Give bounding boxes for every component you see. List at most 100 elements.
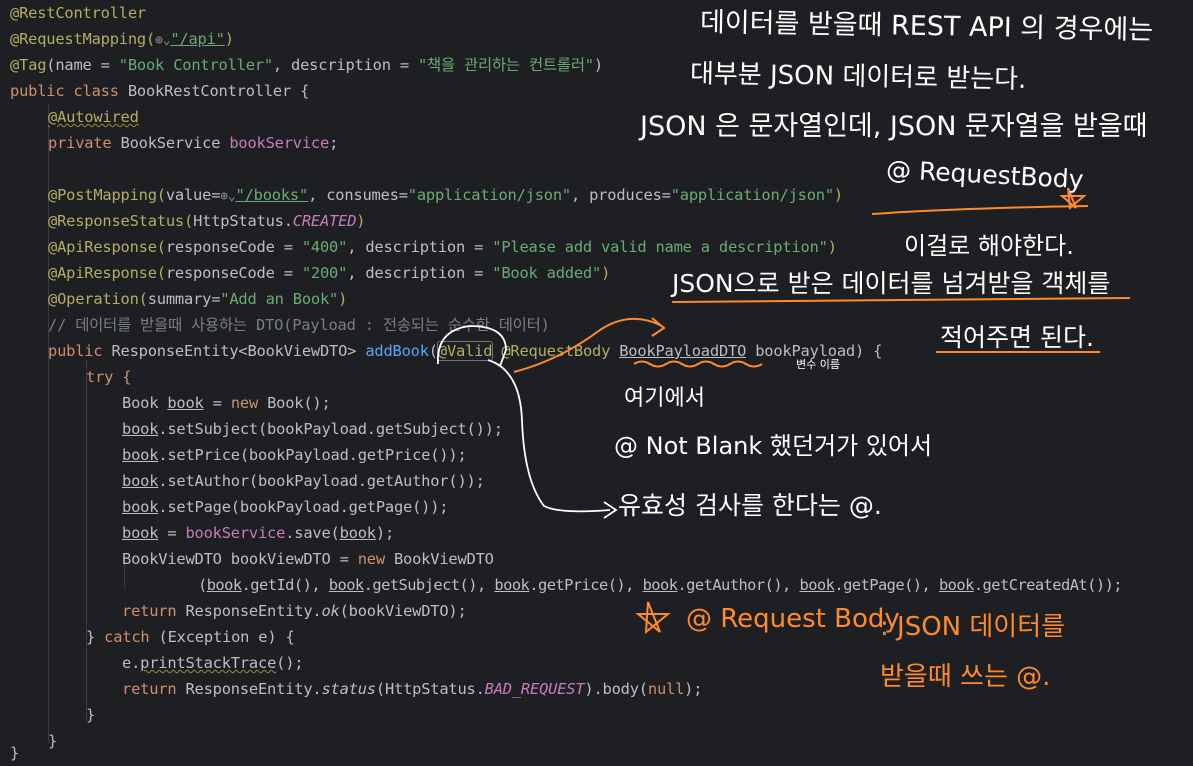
code-line: } <box>10 744 20 762</box>
code-token: , description = <box>347 264 493 282</box>
keyword-token: return <box>122 602 186 620</box>
variable-token: book <box>122 498 159 516</box>
code-token: ).body( <box>584 680 648 698</box>
code-token: , produces= <box>570 186 671 204</box>
code-token: , description = <box>272 56 418 74</box>
annotation-token: @RestController <box>10 4 146 22</box>
code-line: @ApiResponse(responseCode = "400", descr… <box>48 234 837 260</box>
variable-token: book <box>122 524 159 542</box>
code-token: (bookViewDTO); <box>339 602 467 620</box>
code-token: value= <box>165 186 221 204</box>
code-line: (book.getId(), book.getSubject(), book.g… <box>198 572 1123 598</box>
code-line: public class BookRestController { <box>10 78 309 104</box>
code-token: e. <box>122 654 141 672</box>
variable-token: book <box>167 394 204 412</box>
code-line: BookViewDTO bookViewDTO = new BookViewDT… <box>122 546 494 572</box>
type-token: ResponseEntity<BookViewDTO> <box>111 342 366 360</box>
code-token: ; <box>329 134 339 152</box>
code-token: (); <box>276 654 304 672</box>
code-token: .getSubject(), <box>363 576 495 594</box>
url-link[interactable]: "/books" <box>236 186 309 204</box>
code-line: @ResponseStatus(HttpStatus.CREATED) <box>48 208 366 234</box>
note-write-it: 적어주면 된다. <box>940 323 1094 352</box>
string-token: "Book added" <box>492 264 602 282</box>
variable-token: book <box>122 472 159 490</box>
annotation-token: @RequestMapping( <box>10 30 156 48</box>
valid-annotation: @Valid <box>436 341 494 361</box>
note-here: 여기에서 <box>624 386 705 411</box>
variable-token: book <box>122 420 159 438</box>
keyword-token: null <box>647 680 685 698</box>
code-token: .getPrice(), <box>529 576 643 594</box>
note-use-this: 이걸로 해야한다. <box>904 232 1074 260</box>
variable-token: book <box>642 576 678 594</box>
code-token: .getCreatedAt()); <box>973 576 1123 594</box>
code-token: ResponseEntity. <box>185 680 322 698</box>
code-token: .setPrice(bookPayload.getPrice()); <box>158 446 467 464</box>
keyword-token: return <box>122 680 186 698</box>
paren-token: ) <box>827 238 837 256</box>
indent-guide <box>86 360 87 720</box>
static-method-token: ok <box>321 602 340 620</box>
field-token: bookService <box>229 134 330 152</box>
type-token: BookViewDTO <box>393 550 494 568</box>
keyword-token: public <box>48 342 112 360</box>
code-token: = <box>158 524 186 542</box>
url-link[interactable]: "/api" <box>170 30 225 48</box>
annotation-token: @ApiResponse( <box>48 238 166 256</box>
note-validation: 유효성 검사를 한다는 @. <box>618 491 882 520</box>
globe-icon[interactable]: ⊕⌄ <box>220 189 235 204</box>
keyword-token: public class <box>10 82 128 100</box>
globe-icon[interactable]: ⊕⌄ <box>155 33 170 48</box>
paren-token: ) <box>601 264 611 282</box>
code-token: .setPage(bookPayload.getPage()); <box>158 498 449 516</box>
code-line: book = bookService.save(book); <box>122 520 394 546</box>
code-token: , description = <box>347 238 493 256</box>
code-line: return ResponseEntity.status(HttpStatus.… <box>122 676 702 702</box>
code-token: ); <box>684 680 703 698</box>
string-token: "Book Controller" <box>118 56 273 74</box>
variable-token: book <box>328 576 364 594</box>
code-token: .setSubject(bookPayload.getSubject()); <box>158 420 503 438</box>
code-token: .save( <box>285 524 340 542</box>
paren-token: ) <box>833 186 843 204</box>
paren-token: ) <box>224 30 234 48</box>
variable-token: book <box>938 576 974 594</box>
string-token: "application/json" <box>670 186 834 204</box>
static-method-token: status <box>321 680 376 698</box>
keyword-token: try { <box>86 368 132 386</box>
annotation-token: @ResponseStatus( <box>48 212 194 230</box>
code-token: , consumes= <box>308 186 408 204</box>
code-line: private BookService bookService; <box>48 130 338 156</box>
paren-token: ) <box>338 290 348 308</box>
code-line: } <box>86 706 96 724</box>
code-token: ); <box>375 524 395 542</box>
code-line: @Operation(summary="Add an Book") <box>48 286 347 312</box>
code-line: book.setPrice(bookPayload.getPrice()); <box>122 442 467 468</box>
code-token: = <box>203 394 231 412</box>
type-token: BookService <box>120 134 230 152</box>
string-token: "Please add valid name a description" <box>492 238 828 256</box>
code-line: book.setPage(bookPayload.getPage()); <box>122 494 449 520</box>
paren-token: ) <box>356 212 366 230</box>
code-token: .setAuthor(bookPayload.getAuthor()); <box>158 472 485 490</box>
string-token: "200" <box>301 264 348 282</box>
note-when-receiving: 받을때 쓰는 @. <box>880 662 1051 692</box>
code-token: HttpStatus. <box>193 212 293 230</box>
constant-token: CREATED <box>292 212 357 230</box>
constant-token: BAD_REQUEST <box>484 680 585 698</box>
code-line: try { <box>86 364 132 390</box>
string-token: "application/json" <box>407 186 571 204</box>
variable-token: book <box>799 576 835 594</box>
code-line: @RequestMapping(⊕⌄"/api") <box>10 26 234 52</box>
code-line: return ResponseEntity.ok(bookViewDTO); <box>122 598 467 624</box>
code-token: .getAuthor(), <box>677 576 800 594</box>
note-json-data: 대부분 JSON 데이터로 받는다. <box>689 59 1027 95</box>
code-token: .getPage(), <box>834 576 939 594</box>
note-json-string: JSON 은 문자열인데, JSON 문자열을 받을때 <box>640 111 1148 142</box>
code-token: ) <box>593 56 603 74</box>
code-line: @Autowired <box>48 104 139 130</box>
code-token: Book(); <box>267 394 331 412</box>
variable-token: book <box>494 576 530 594</box>
variable-token: book <box>206 576 242 594</box>
